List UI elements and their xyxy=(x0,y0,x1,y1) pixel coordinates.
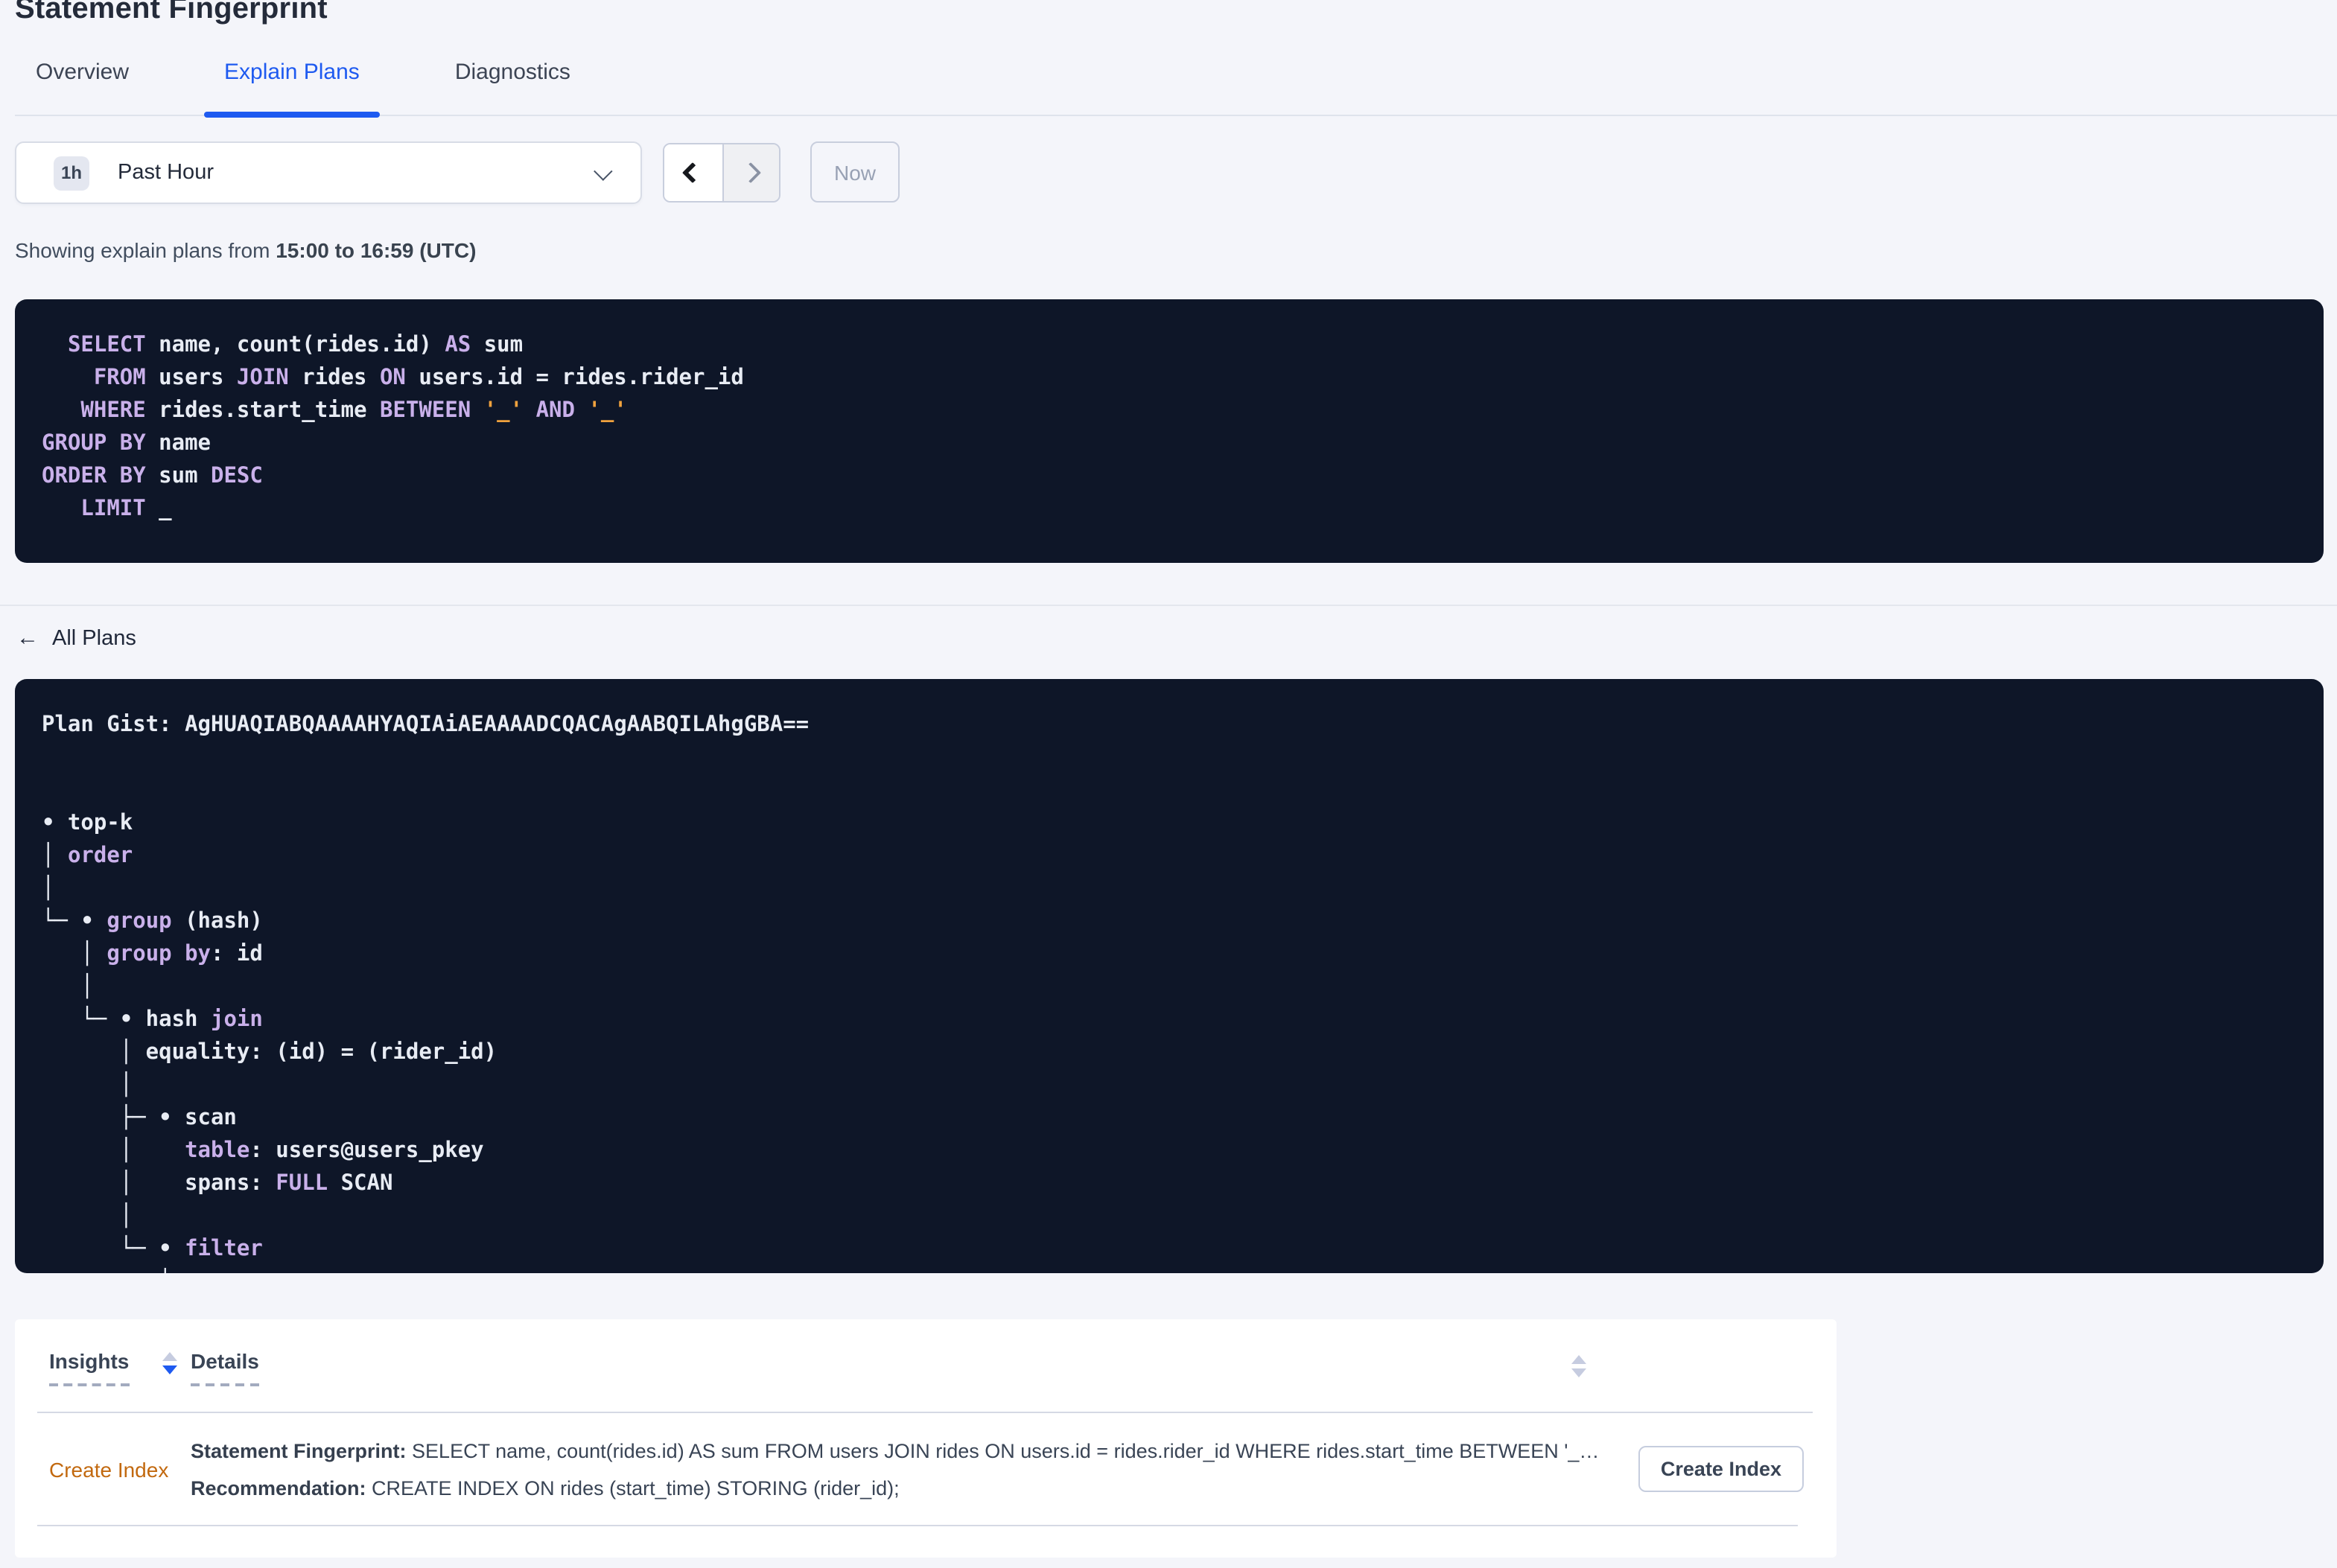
tab-overview-label: Overview xyxy=(36,60,130,85)
create-index-button[interactable]: Create Index xyxy=(1638,1446,1804,1492)
statement-fingerprint-page: Statement Fingerprint Overview Explain P… xyxy=(0,0,2337,1568)
active-tab-underline xyxy=(203,112,381,118)
insights-table-header: Insights Details xyxy=(15,1319,1837,1413)
row-action-cell: Create Index xyxy=(1638,1446,1804,1492)
details-column-title[interactable]: Details xyxy=(191,1349,259,1386)
plan-gist-box: Plan Gist: AgHUAQIABQAAAAHYAQIAiAEAAAADC… xyxy=(15,679,2324,1273)
sort-descending-arrow-icon xyxy=(1571,1368,1586,1377)
chevron-right-icon xyxy=(740,162,762,184)
showing-range-prefix: Showing explain plans from xyxy=(15,238,276,262)
tab-diagnostics[interactable]: Diagnostics xyxy=(434,39,591,115)
table-row-divider xyxy=(37,1525,1798,1526)
plan-gist-label: Plan Gist: xyxy=(42,713,185,737)
insights-table-card: Insights Details Create Index Statement … xyxy=(15,1319,1837,1558)
tab-diagnostics-label: Diagnostics xyxy=(454,60,570,85)
insight-statement-line: Statement Fingerprint: SELECT name, coun… xyxy=(191,1432,1638,1469)
table-row: Create Index Statement Fingerprint: SELE… xyxy=(15,1412,1837,1526)
sql-fingerprint-box: SELECT name, count(rides.id) AS sum FROM… xyxy=(15,299,2324,563)
sort-insights-icon[interactable] xyxy=(162,1352,177,1374)
tab-explain-plans[interactable]: Explain Plans xyxy=(203,39,381,118)
showing-range-text: Showing explain plans from 15:00 to 16:5… xyxy=(15,238,476,262)
chevron-down-icon xyxy=(594,161,613,180)
section-divider xyxy=(0,605,2337,606)
details-column-header: Details xyxy=(191,1349,259,1386)
statement-fingerprint-label: Statement Fingerprint: xyxy=(191,1439,407,1462)
sort-ascending-arrow-icon xyxy=(162,1352,177,1361)
insight-details-cell: Statement Fingerprint: SELECT name, coun… xyxy=(191,1432,1638,1506)
insights-column-title[interactable]: Insights xyxy=(49,1349,130,1386)
back-arrow-icon: ← xyxy=(16,625,39,651)
time-step-button-group xyxy=(663,143,780,203)
previous-time-button[interactable] xyxy=(664,144,722,201)
time-range-badge: 1h xyxy=(54,156,90,190)
time-range-label: Past Hour xyxy=(118,161,214,185)
sql-fingerprint-code: SELECT name, count(rides.id) AS sum FROM… xyxy=(42,334,744,521)
tab-bar: Overview Explain Plans Diagnostics xyxy=(15,39,2337,118)
all-plans-back-link[interactable]: ← All Plans xyxy=(16,625,136,651)
time-controls: 1h Past Hour Now xyxy=(15,141,900,204)
statement-fingerprint-text: SELECT name, count(rides.id) AS sum FROM… xyxy=(406,1439,1600,1462)
time-range-dropdown[interactable]: 1h Past Hour xyxy=(15,141,642,204)
recommendation-label: Recommendation: xyxy=(191,1476,366,1499)
next-time-button[interactable] xyxy=(722,144,779,201)
insights-column-header: Insights xyxy=(15,1349,191,1386)
plan-gist-value: AgHUAQIABQAAAAHYAQIAiAEAAAADCQACAgAABQIL… xyxy=(185,713,810,737)
sort-descending-arrow-icon xyxy=(162,1365,177,1374)
tab-explain-plans-label: Explain Plans xyxy=(224,60,360,85)
plan-gist-line: Plan Gist: AgHUAQIABQAAAAHYAQIAiAEAAAADC… xyxy=(42,709,2297,742)
sort-details-icon[interactable] xyxy=(1571,1355,1586,1377)
plan-tree: • top-k │ order │ └─ • group (hash) │ group… xyxy=(42,812,497,1273)
now-button[interactable]: Now xyxy=(810,141,900,203)
page-title: Statement Fingerprint xyxy=(15,0,328,25)
chevron-left-icon xyxy=(682,162,704,184)
recommendation-text: CREATE INDEX ON rides (start_time) STORI… xyxy=(366,1476,900,1499)
insight-type-link[interactable]: Create Index xyxy=(15,1457,191,1481)
all-plans-label: All Plans xyxy=(52,626,136,650)
tab-overview[interactable]: Overview xyxy=(15,39,150,115)
showing-range-value: 15:00 to 16:59 (UTC) xyxy=(276,238,477,262)
sort-ascending-arrow-icon xyxy=(1571,1355,1586,1364)
insight-recommendation-line: Recommendation: CREATE INDEX ON rides (s… xyxy=(191,1469,1638,1506)
